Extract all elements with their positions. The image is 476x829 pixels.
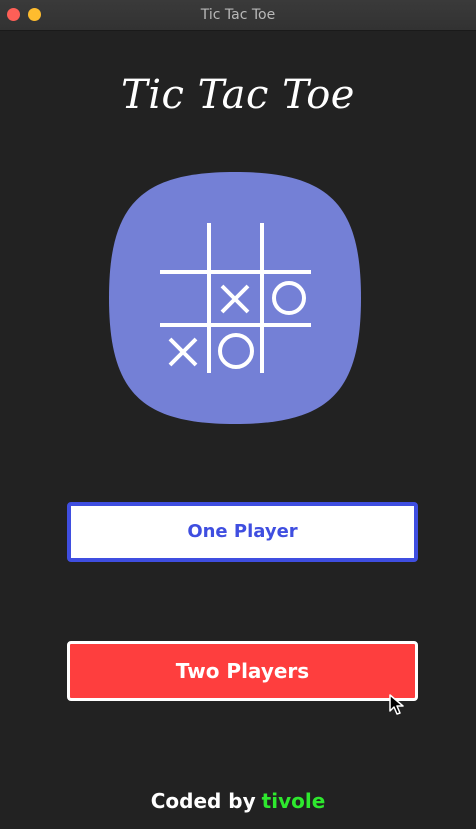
two-players-button[interactable]: Two Players	[67, 641, 418, 701]
author-name: tivole	[261, 789, 326, 813]
title-bar[interactable]: Tic Tac Toe	[0, 0, 476, 31]
footer-prefix: Coded by	[150, 789, 256, 813]
mouse-pointer-icon	[389, 694, 404, 715]
window-title: Tic Tac Toe	[200, 7, 276, 23]
app-window: Tic Tac Toe Tic Tac Toe One Player Two P…	[0, 0, 476, 829]
app-title: Tic Tac Toe	[121, 72, 355, 118]
one-player-button[interactable]: One Player	[67, 502, 418, 562]
footer-credit: Coded by tivole	[0, 789, 476, 813]
tic-tac-toe-logo-icon	[109, 172, 361, 424]
